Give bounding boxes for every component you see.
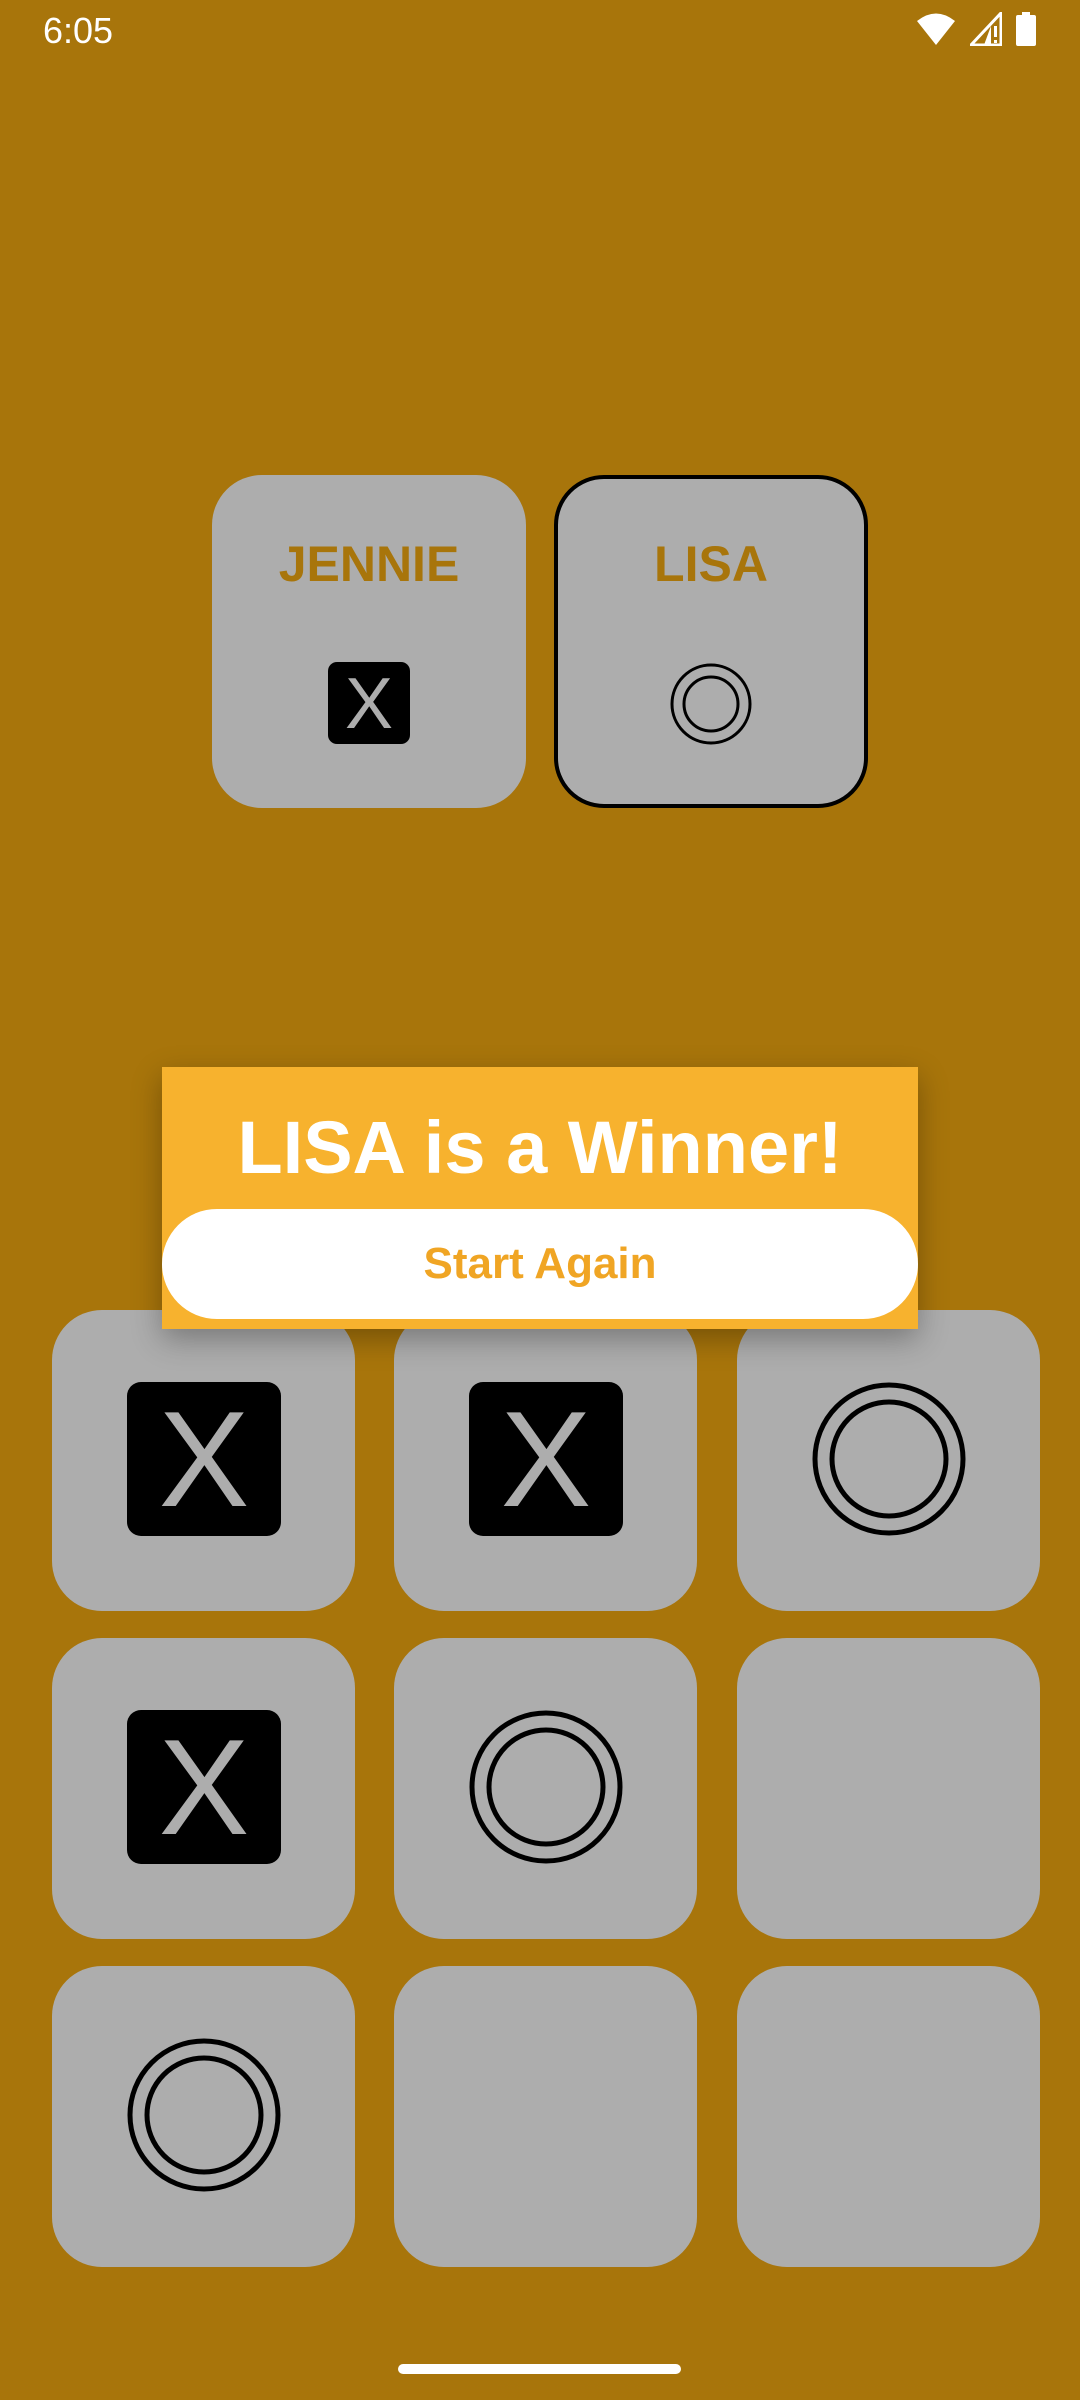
status-icons	[916, 12, 1036, 46]
board-cell-9[interactable]	[737, 1966, 1040, 2267]
player-card-lisa: LISA	[554, 475, 868, 808]
o-icon	[811, 1381, 967, 1541]
board-cell-2[interactable]: X	[394, 1310, 697, 1611]
cell-signal-icon	[970, 12, 1002, 46]
board-cell-3[interactable]	[737, 1310, 1040, 1611]
winner-title: LISA is a Winner!	[237, 1106, 843, 1189]
winner-dialog: LISA is a Winner! Start Again	[162, 1067, 918, 1329]
board-cell-7[interactable]	[52, 1966, 355, 2267]
wifi-icon	[916, 12, 956, 46]
board-cell-1[interactable]: X	[52, 1310, 355, 1611]
svg-text:X: X	[500, 1383, 591, 1535]
svg-text:X: X	[345, 664, 393, 744]
x-icon: X	[468, 1381, 623, 1540]
x-icon: X	[126, 1381, 281, 1540]
battery-icon	[1016, 12, 1036, 46]
home-indicator[interactable]	[398, 2364, 681, 2374]
player-card-jennie: JENNIE X	[212, 475, 526, 808]
status-bar: 6:05	[0, 0, 1080, 64]
board-cell-6[interactable]	[737, 1638, 1040, 1939]
o-icon	[468, 1709, 624, 1869]
o-icon	[126, 2037, 282, 2197]
player-name: JENNIE	[278, 536, 460, 592]
board-cell-5[interactable]	[394, 1638, 697, 1939]
start-again-button[interactable]: Start Again	[162, 1209, 918, 1319]
player-name: LISA	[654, 536, 768, 592]
board-cell-8[interactable]	[394, 1966, 697, 2267]
svg-text:X: X	[158, 1711, 249, 1863]
x-icon: X	[328, 662, 410, 748]
board-cell-4[interactable]: X	[52, 1638, 355, 1939]
o-icon	[669, 662, 753, 750]
status-time: 6:05	[43, 10, 114, 51]
x-icon: X	[126, 1709, 281, 1868]
svg-text:X: X	[158, 1383, 249, 1535]
